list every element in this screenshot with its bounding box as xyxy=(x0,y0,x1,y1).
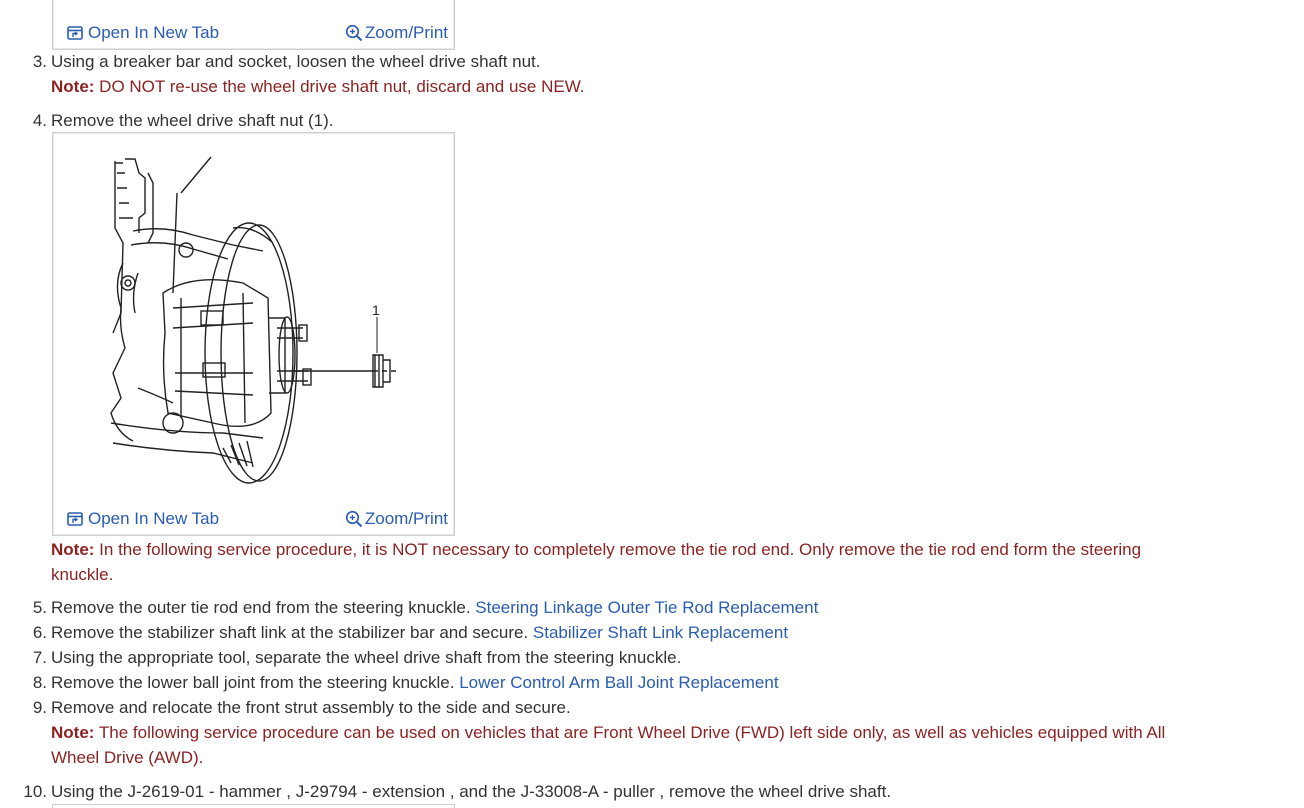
note-text: DO NOT re-use the wheel drive shaft nut,… xyxy=(94,77,585,96)
figure-panel-drive-shaft-nut: 1 Open In New Tab Zoom/Print xyxy=(52,132,455,536)
step-number: 8. xyxy=(32,673,47,692)
step-number: 4. xyxy=(32,111,47,130)
zoom-print-button[interactable]: Zoom/Print xyxy=(345,509,448,529)
zoom-print-label: Zoom/Print xyxy=(364,23,448,42)
open-in-new-tab-button[interactable]: Open In New Tab xyxy=(67,509,219,529)
step-text: Using a breaker bar and socket, loosen t… xyxy=(51,52,541,71)
note-label: Note: xyxy=(51,540,95,559)
open-in-new-tab-label: Open In New Tab xyxy=(88,23,220,42)
zoom-print-button[interactable]: Zoom/Print xyxy=(345,23,448,43)
note-text: The following service procedure can be u… xyxy=(94,723,1166,742)
tie-rod-replacement-link[interactable]: Steering Linkage Outer Tie Rod Replaceme… xyxy=(475,598,818,617)
open-new-tab-icon xyxy=(67,26,83,40)
figure-panel-next xyxy=(52,804,455,808)
note-text: Wheel Drive (AWD). xyxy=(51,748,204,767)
zoom-in-icon xyxy=(345,24,363,42)
zoom-print-label: Zoom/Print xyxy=(364,509,448,528)
note-label: Note: xyxy=(51,77,95,96)
note-text: knuckle. xyxy=(51,565,114,584)
step-text: Using the J-2619-01 - hammer , J-29794 -… xyxy=(51,782,892,801)
step-number: 5. xyxy=(32,598,47,617)
note-text: In the following service procedure, it i… xyxy=(94,540,1142,559)
step-text: Using the appropriate tool, separate the… xyxy=(51,648,682,667)
wheel-hub-illustration: 1 xyxy=(110,156,398,484)
figure-toolbar-top: Open In New Tab Zoom/Print xyxy=(53,17,454,49)
open-in-new-tab-button[interactable]: Open In New Tab xyxy=(67,23,219,43)
figure-toolbar: Open In New Tab Zoom/Print xyxy=(53,503,454,535)
step-number: 6. xyxy=(32,623,47,642)
step-number: 9. xyxy=(32,698,47,717)
open-new-tab-icon xyxy=(67,512,83,526)
step-text: Remove the wheel drive shaft nut (1). xyxy=(51,111,334,130)
figure-panel-top: Open In New Tab Zoom/Print xyxy=(52,0,455,50)
step-number: 10. xyxy=(23,782,47,801)
step-text: Remove the outer tie rod end from the st… xyxy=(51,598,476,617)
step-text: Remove the lower ball joint from the ste… xyxy=(51,673,460,692)
stabilizer-link-replacement-link[interactable]: Stabilizer Shaft Link Replacement xyxy=(533,623,788,642)
zoom-in-icon xyxy=(345,510,363,528)
note-label: Note: xyxy=(51,723,95,742)
step-number: 7. xyxy=(32,648,47,667)
open-in-new-tab-label: Open In New Tab xyxy=(88,509,220,528)
ball-joint-replacement-link[interactable]: Lower Control Arm Ball Joint Replacement xyxy=(459,673,778,692)
step-text: Remove the stabilizer shaft link at the … xyxy=(51,623,533,642)
step-number: 3. xyxy=(32,52,47,71)
step-text: Remove and relocate the front strut asse… xyxy=(51,698,571,717)
figure-callout-1: 1 xyxy=(372,302,380,318)
